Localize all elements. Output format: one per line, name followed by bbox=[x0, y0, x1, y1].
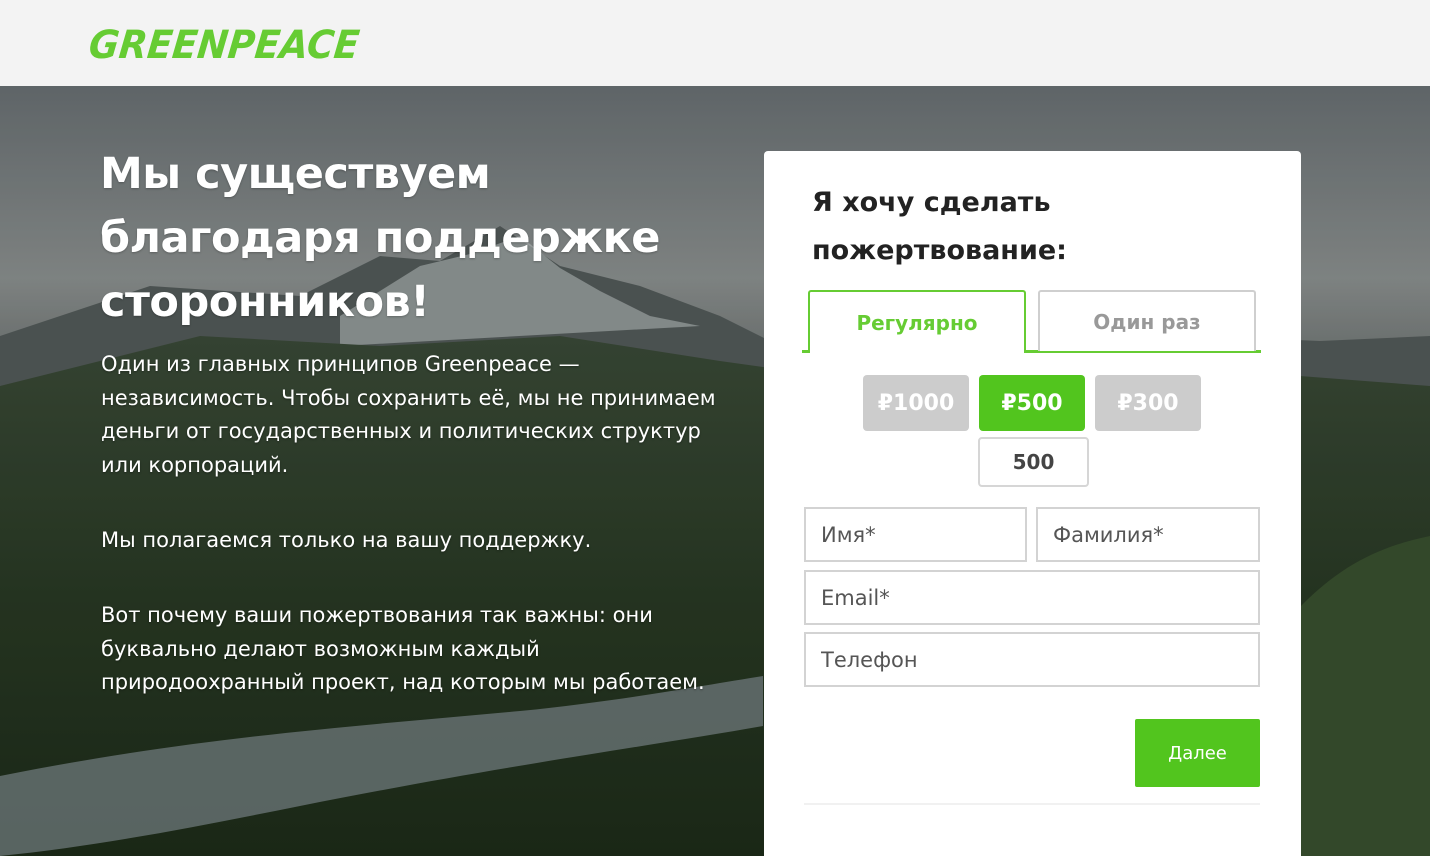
tab-one-time[interactable]: Один раз bbox=[1038, 290, 1256, 351]
donation-form-title: Я хочу сделать пожертвование: bbox=[812, 187, 1067, 266]
hero-paragraph-independence: Один из главных принципов Greenpeace — н… bbox=[101, 352, 716, 477]
amount-option-500[interactable]: ₽500 bbox=[979, 375, 1085, 431]
site-header: GREENPEACE bbox=[0, 0, 1430, 86]
phone-field[interactable] bbox=[804, 632, 1260, 687]
tab-regular[interactable]: Регулярно bbox=[808, 290, 1026, 353]
email-field[interactable] bbox=[804, 570, 1260, 625]
donation-card: Я хочу сделать пожертвование: Регулярно … bbox=[764, 151, 1301, 856]
first-name-field[interactable] bbox=[804, 507, 1027, 562]
custom-amount-input[interactable] bbox=[978, 437, 1089, 487]
amount-option-1000[interactable]: ₽1000 bbox=[863, 375, 969, 431]
greenpeace-logo[interactable]: GREENPEACE bbox=[90, 18, 366, 68]
amount-option-300[interactable]: ₽300 bbox=[1095, 375, 1201, 431]
next-button[interactable]: Далее bbox=[1135, 719, 1260, 787]
hero-title: Мы существуем благодаря поддержке сторон… bbox=[100, 149, 660, 327]
form-bottom-divider bbox=[804, 803, 1260, 805]
last-name-field[interactable] bbox=[1036, 507, 1260, 562]
svg-text:GREENPEACE: GREENPEACE bbox=[90, 23, 362, 68]
hero-paragraph-support: Мы полагаемся только на вашу поддержку. bbox=[101, 528, 592, 552]
hero-paragraph-importance: Вот почему ваши пожертвования так важны:… bbox=[101, 603, 705, 694]
